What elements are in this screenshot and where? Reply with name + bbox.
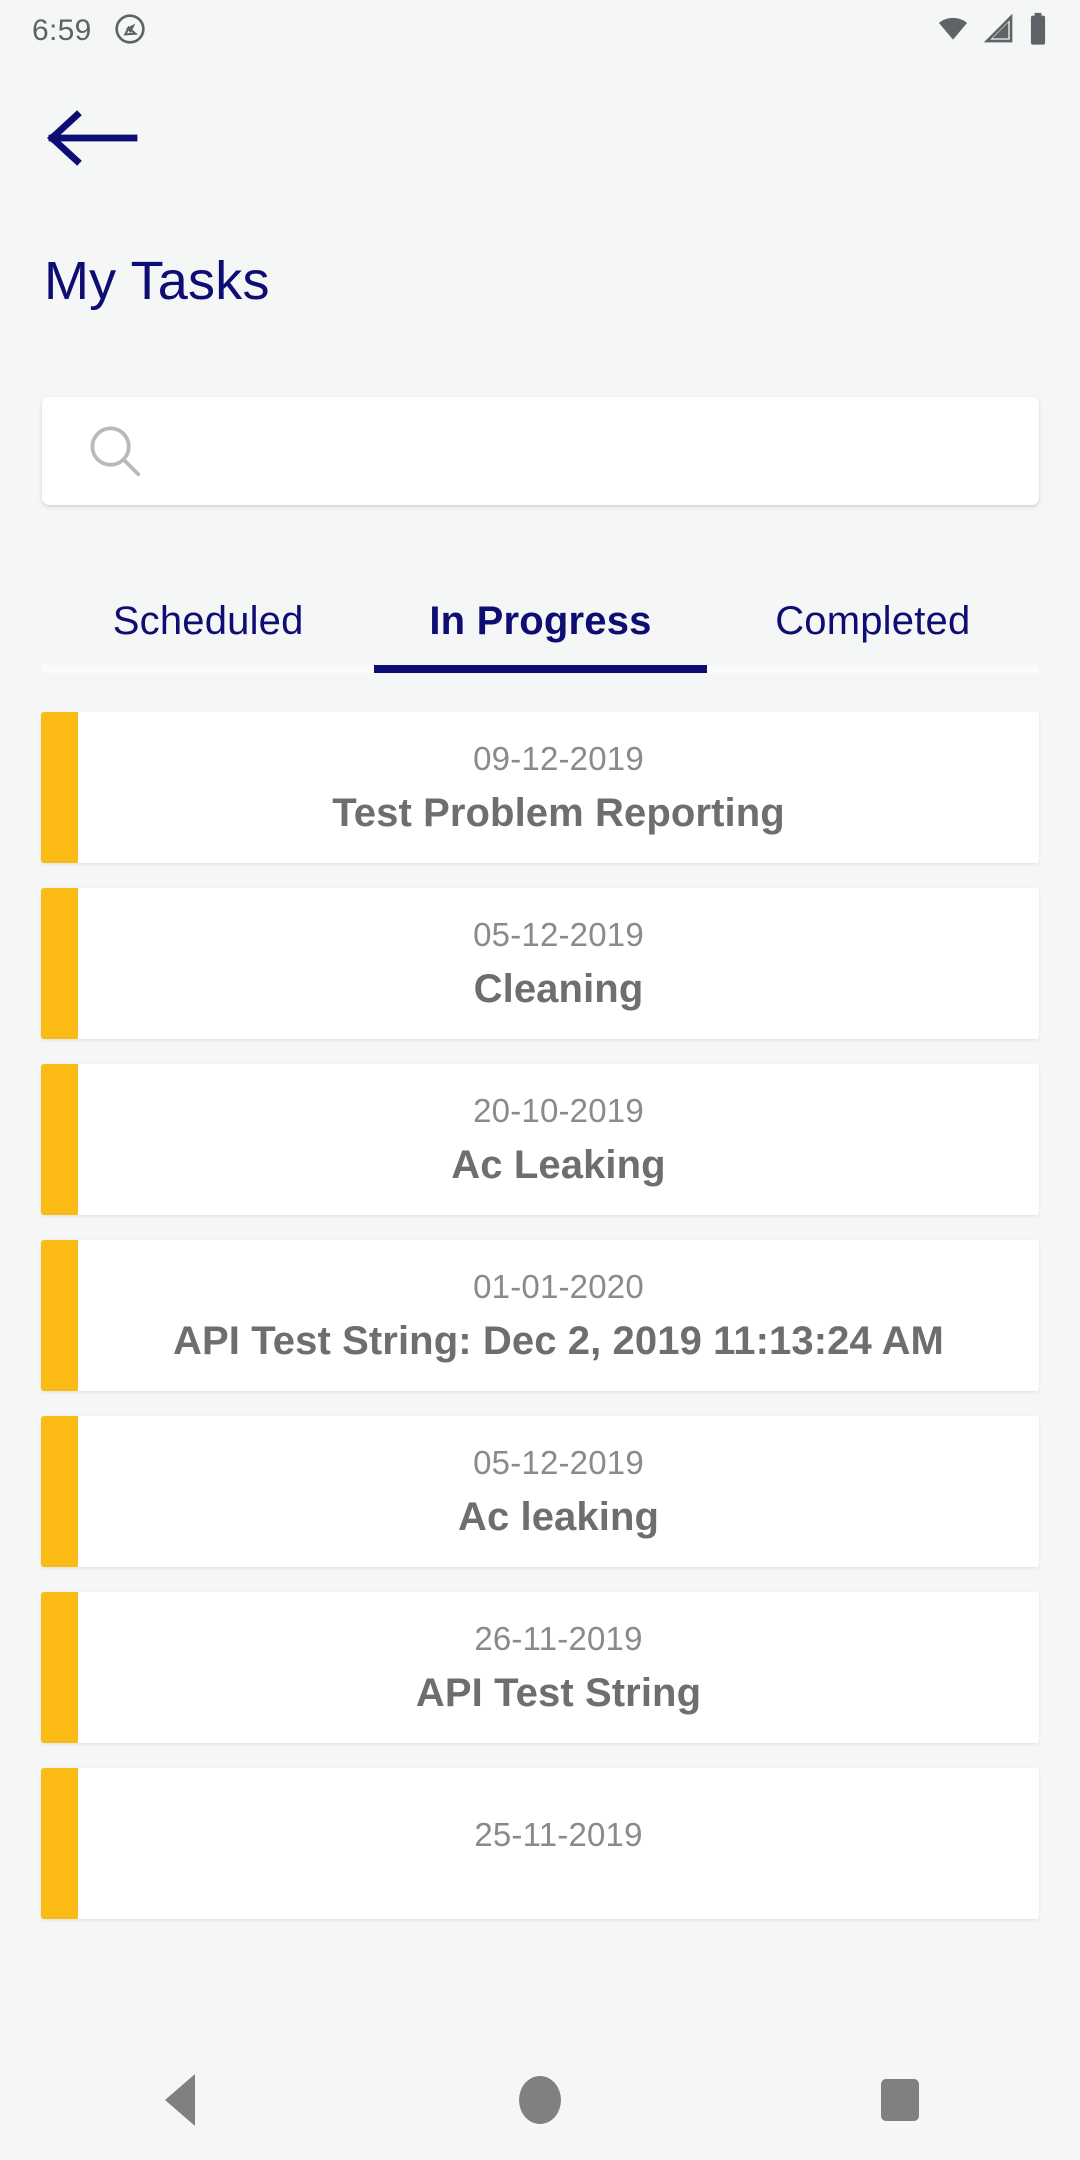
home-nav-button[interactable]	[360, 2040, 720, 2160]
back-button[interactable]	[46, 108, 156, 172]
task-title: Test Problem Reporting	[332, 791, 785, 835]
app-screen: 6:59 My Tasks Scheduled In Progress Comp…	[0, 0, 1080, 2160]
task-card[interactable]: 05-12-2019 Cleaning	[41, 888, 1039, 1039]
back-nav-button[interactable]	[0, 2040, 360, 2160]
recents-nav-button[interactable]	[720, 2040, 1080, 2160]
task-date: 09-12-2019	[473, 740, 644, 777]
circle-home-icon	[519, 2076, 561, 2124]
triangle-back-icon	[165, 2074, 195, 2126]
tab-scheduled[interactable]: Scheduled	[42, 577, 374, 665]
task-title: Ac leaking	[457, 1495, 660, 1539]
task-card-body: 26-11-2019 API Test String	[78, 1592, 1039, 1743]
task-title: API Test String	[415, 1671, 702, 1715]
page-title: My Tasks	[44, 251, 270, 311]
task-card-body: 25-11-2019	[78, 1768, 1039, 1919]
cellular-signal-icon	[982, 13, 1016, 50]
tab-completed-label: Completed	[775, 598, 971, 643]
screen-record-icon	[114, 13, 146, 50]
task-status-accent-bar	[41, 1592, 78, 1743]
tab-completed[interactable]: Completed	[707, 577, 1039, 665]
task-card-body: 05-12-2019 Cleaning	[78, 888, 1039, 1039]
battery-icon	[1026, 12, 1050, 51]
task-card-body: 09-12-2019 Test Problem Reporting	[78, 712, 1039, 863]
task-card-body: 01-01-2020 API Test String: Dec 2, 2019 …	[78, 1240, 1039, 1391]
task-card-body: 05-12-2019 Ac leaking	[78, 1416, 1039, 1567]
task-status-accent-bar	[41, 1768, 78, 1919]
search-icon	[84, 420, 146, 482]
back-arrow-icon	[46, 109, 142, 171]
task-date: 05-12-2019	[473, 916, 644, 953]
search-input[interactable]	[162, 397, 1011, 505]
task-title: Ac Leaking	[451, 1143, 666, 1187]
task-status-accent-bar	[41, 712, 78, 863]
tabs-row: Scheduled In Progress Completed	[42, 577, 1039, 665]
task-date: 25-11-2019	[474, 1816, 643, 1853]
task-date: 01-01-2020	[473, 1268, 644, 1305]
tab-in-progress-label: In Progress	[429, 598, 652, 643]
task-date: 05-12-2019	[473, 1444, 644, 1481]
tab-scheduled-label: Scheduled	[112, 598, 304, 643]
task-status-tabs: Scheduled In Progress Completed	[42, 577, 1039, 673]
tab-in-progress[interactable]: In Progress	[374, 577, 706, 665]
task-card[interactable]: 01-01-2020 API Test String: Dec 2, 2019 …	[41, 1240, 1039, 1391]
task-card[interactable]: 09-12-2019 Test Problem Reporting	[41, 712, 1039, 863]
task-card[interactable]: 20-10-2019 Ac Leaking	[41, 1064, 1039, 1215]
square-recents-icon	[881, 2079, 919, 2121]
task-title: Cleaning	[473, 967, 644, 1011]
status-time: 6:59	[32, 14, 92, 47]
task-card[interactable]: 05-12-2019 Ac leaking	[41, 1416, 1039, 1567]
task-status-accent-bar	[41, 1416, 78, 1567]
status-bar-right	[934, 12, 1050, 51]
task-title: API Test String: Dec 2, 2019 11:13:24 AM	[173, 1319, 944, 1363]
tab-active-indicator	[374, 665, 707, 673]
task-date: 20-10-2019	[473, 1092, 644, 1129]
android-navigation-bar	[0, 2040, 1080, 2160]
search-bar[interactable]	[42, 397, 1039, 505]
task-card-body: 20-10-2019 Ac Leaking	[78, 1064, 1039, 1215]
task-card[interactable]: 25-11-2019	[41, 1768, 1039, 1919]
task-card[interactable]: 26-11-2019 API Test String	[41, 1592, 1039, 1743]
status-bar: 6:59	[0, 0, 1080, 62]
status-bar-left: 6:59	[32, 13, 146, 50]
task-status-accent-bar	[41, 1064, 78, 1215]
task-list[interactable]: 09-12-2019 Test Problem Reporting 05-12-…	[0, 712, 1080, 2042]
task-date: 26-11-2019	[474, 1620, 643, 1657]
task-status-accent-bar	[41, 888, 78, 1039]
task-status-accent-bar	[41, 1240, 78, 1391]
wifi-icon	[934, 13, 972, 50]
